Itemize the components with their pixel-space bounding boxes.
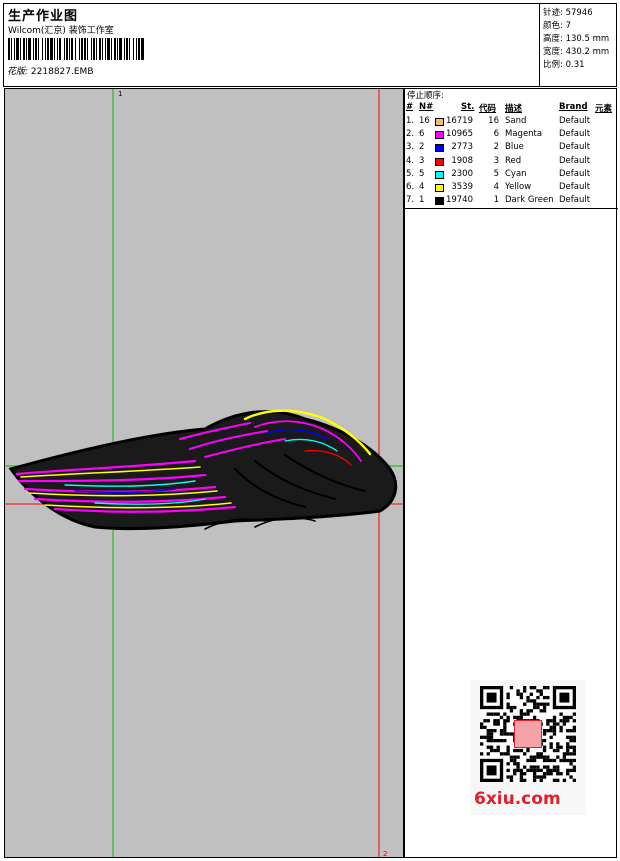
site-watermark: 6xiu.com — [474, 789, 561, 809]
row-needle: 3 — [419, 155, 425, 166]
col-header-num: # — [406, 102, 414, 112]
row-color-swatch — [435, 184, 444, 192]
row-brand: Default — [559, 195, 591, 206]
row-needle: 6 — [419, 129, 425, 140]
row-stitches: 2300 — [451, 168, 473, 179]
row-code: 6 — [493, 129, 499, 140]
panel-divider — [405, 208, 618, 209]
row-brand: Default — [559, 116, 591, 126]
guide-label-1: 1 — [118, 90, 122, 98]
row-color-swatch — [435, 131, 444, 140]
row-desc: Dark Green — [505, 195, 554, 206]
row-code: 3 — [493, 155, 499, 166]
col-header-brand: Brand — [559, 102, 588, 112]
row-num: 1. — [406, 116, 415, 126]
col-header-stitches: St. — [461, 102, 475, 112]
stats-panel: 针迹: 57946 颜色: 7 高度: 130.5 mm 宽度: 430.2 m… — [540, 3, 617, 87]
stat-scale: 比例: 0.31 — [543, 60, 585, 70]
row-color-swatch — [435, 144, 444, 153]
barcode — [8, 38, 144, 60]
row-desc: Magenta — [505, 129, 543, 140]
row-num: 4. — [406, 155, 415, 166]
row-code: 16 — [488, 116, 499, 126]
row-stitches: 19740 — [445, 195, 473, 206]
row-desc: Cyan — [505, 168, 527, 179]
row-num: 3. — [406, 142, 415, 153]
page-title: 生产作业图 — [8, 9, 79, 24]
row-needle: 5 — [419, 168, 425, 179]
stat-colors: 颜色: 7 — [543, 21, 571, 31]
header-panel: 生产作业图 Wilcom(汇京) 装饰工作室 花版: 2218827.EMB — [3, 3, 540, 87]
company-name: Wilcom(汇京) 装饰工作室 — [8, 26, 114, 36]
col-header-elements: 元素 — [595, 104, 613, 114]
col-header-needle: N# — [419, 102, 434, 112]
row-color-swatch — [435, 197, 444, 206]
row-needle: 4 — [419, 182, 425, 192]
row-color-swatch — [435, 170, 444, 179]
row-desc: Blue — [505, 142, 524, 153]
canvas-drawing: 1 2 — [5, 89, 403, 857]
row-color-swatch — [435, 157, 444, 166]
row-code: 2 — [493, 142, 499, 153]
row-desc: Yellow — [505, 182, 532, 192]
design-file-line: 花版: 2218827.EMB — [7, 64, 94, 77]
row-brand: Default — [559, 142, 591, 153]
row-stitches: 1908 — [451, 155, 473, 166]
row-code: 5 — [493, 168, 499, 179]
row-needle: 2 — [419, 142, 425, 153]
row-code: 1 — [493, 195, 499, 206]
row-num: 5. — [406, 168, 415, 179]
row-brand: Default — [559, 182, 591, 192]
row-brand: Default — [559, 155, 591, 166]
stat-stitches: 针迹: 57946 — [543, 8, 593, 18]
row-num: 2. — [406, 129, 415, 140]
seal-stamp — [514, 720, 542, 748]
row-color-swatch — [435, 118, 444, 126]
design-file-label: 花版: — [7, 67, 29, 77]
row-desc: Red — [505, 155, 522, 166]
row-brand: Default — [559, 129, 591, 140]
design-file-name: 2218827.EMB — [30, 67, 94, 77]
col-header-code: 代码 — [479, 104, 497, 114]
sequence-title: 停止顺序: — [407, 91, 444, 101]
stat-height: 高度: 130.5 mm — [543, 34, 610, 44]
row-needle: 1 — [419, 195, 425, 206]
row-code: 4 — [493, 182, 499, 192]
row-stitches: 3539 — [451, 182, 473, 192]
row-num: 6. — [406, 182, 415, 192]
row-desc: Sand — [505, 116, 527, 126]
row-brand: Default — [559, 168, 591, 179]
qr-watermark: 6xiu.com — [470, 680, 586, 815]
row-needle: 16 — [419, 116, 430, 126]
row-stitches: 2773 — [451, 142, 473, 153]
row-stitches: 10965 — [445, 129, 473, 140]
row-stitches: 16719 — [445, 116, 473, 126]
row-num: 7. — [406, 195, 415, 206]
col-header-desc: 描述 — [505, 104, 523, 114]
stat-width: 宽度: 430.2 mm — [543, 47, 610, 57]
wing-embroidery — [8, 409, 398, 531]
design-canvas: 1 2 — [4, 88, 404, 858]
guide-label-2: 2 — [383, 850, 387, 857]
